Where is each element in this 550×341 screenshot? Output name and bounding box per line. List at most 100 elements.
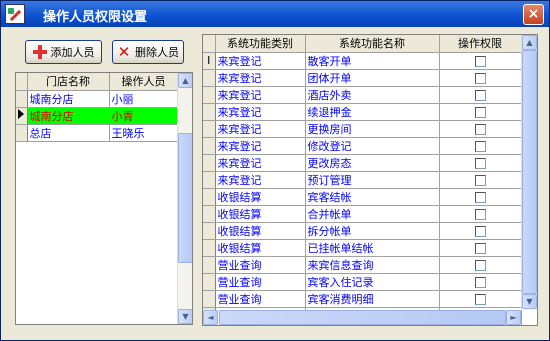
scroll-thumb[interactable] <box>522 50 537 294</box>
permission-row[interactable]: 来宾登记 更换房间 <box>203 120 522 138</box>
staff-vertical-scrollbar[interactable]: ▲ ▼ <box>177 73 192 324</box>
function-category[interactable]: 来宾登记 <box>215 52 306 70</box>
function-category[interactable]: 来宾登记 <box>215 137 306 155</box>
permission-row[interactable]: I 来宾登记 散客开单 <box>203 52 522 70</box>
staff-store[interactable]: 总店 <box>27 124 110 142</box>
function-category[interactable]: 来宾登记 <box>215 171 306 189</box>
function-category[interactable]: 来宾登记 <box>215 120 306 138</box>
function-name[interactable]: 来宾信息查询 <box>305 256 440 274</box>
row-indicator[interactable] <box>203 103 216 121</box>
permission-checkbox[interactable] <box>474 242 486 254</box>
permission-row[interactable]: 营业查询 宾客入住记录 <box>203 273 522 291</box>
function-name[interactable]: 宾客消费明细 <box>305 290 440 308</box>
col-header-permission[interactable]: 操作权限 <box>439 35 522 53</box>
permission-checkbox[interactable] <box>474 140 486 152</box>
close-button[interactable]: × <box>523 4 544 25</box>
staff-row[interactable]: 总店 王晓乐 <box>16 124 179 142</box>
permission-checkbox[interactable] <box>474 106 486 118</box>
col-header-function[interactable]: 系统功能名称 <box>305 35 440 53</box>
staff-store[interactable]: 城南分店 <box>27 90 110 108</box>
col-header-store[interactable]: 门店名称 <box>27 73 110 91</box>
function-name[interactable]: 修改登记 <box>305 137 440 155</box>
scroll-left-button[interactable]: ◄ <box>203 310 218 325</box>
function-category[interactable]: 收银结算 <box>215 222 306 240</box>
permission-checkbox[interactable] <box>474 157 486 169</box>
permission-checkbox[interactable] <box>474 191 486 203</box>
row-indicator[interactable] <box>203 290 216 308</box>
col-header-person[interactable]: 操作人员 <box>109 73 179 91</box>
scroll-down-button[interactable]: ▼ <box>178 309 192 324</box>
permission-checkbox[interactable] <box>474 123 486 135</box>
permission-checkbox[interactable] <box>474 89 486 101</box>
staff-row-selected[interactable]: 城南分店 小青 <box>16 107 179 125</box>
title-bar[interactable]: 操作人员权限设置 × <box>1 1 549 27</box>
function-name[interactable]: 更换房间 <box>305 120 440 138</box>
perm-vertical-scrollbar[interactable]: ▲ ▼ <box>521 35 537 310</box>
row-indicator[interactable] <box>203 256 216 274</box>
function-category[interactable]: 收银结算 <box>215 205 306 223</box>
permission-checkbox[interactable] <box>474 208 486 220</box>
delete-staff-button[interactable]: ✕ 删除人员 <box>112 40 184 64</box>
permission-row[interactable]: 营业查询 宾客消费明细 <box>203 290 522 308</box>
function-category[interactable]: 来宾登记 <box>215 154 306 172</box>
permission-row[interactable]: 来宾登记 更改房态 <box>203 154 522 172</box>
perm-horizontal-scrollbar[interactable]: ◄ ► <box>203 310 521 325</box>
function-name[interactable]: 续退押金 <box>305 103 440 121</box>
permission-row[interactable]: 营业查询 来宾信息查询 <box>203 256 522 274</box>
permission-checkbox[interactable] <box>474 55 486 67</box>
scroll-up-button[interactable]: ▲ <box>178 73 192 88</box>
permission-row[interactable]: 收银结算 拆分帐单 <box>203 222 522 240</box>
row-indicator[interactable] <box>203 120 216 138</box>
staff-person[interactable]: 小青 <box>109 107 179 125</box>
function-name[interactable]: 团体开单 <box>305 69 440 87</box>
staff-store[interactable]: 城南分店 <box>27 107 110 125</box>
row-indicator[interactable] <box>16 124 28 142</box>
function-name[interactable]: 更改房态 <box>305 154 440 172</box>
function-category[interactable]: 营业查询 <box>215 290 306 308</box>
row-indicator[interactable] <box>203 69 216 87</box>
staff-person[interactable]: 王晓乐 <box>109 124 179 142</box>
row-indicator[interactable] <box>203 188 216 206</box>
permission-row[interactable]: 来宾登记 修改登记 <box>203 137 522 155</box>
permission-checkbox[interactable] <box>474 293 486 305</box>
permission-checkbox[interactable] <box>474 225 486 237</box>
row-indicator[interactable] <box>203 239 216 257</box>
permission-row[interactable]: 来宾登记 团体开单 <box>203 69 522 87</box>
staff-person[interactable]: 小丽 <box>109 90 179 108</box>
function-name[interactable]: 酒店外卖 <box>305 86 440 104</box>
function-name[interactable]: 合并帐单 <box>305 205 440 223</box>
function-category[interactable]: 营业查询 <box>215 256 306 274</box>
permission-checkbox[interactable] <box>474 174 486 186</box>
scroll-thumb[interactable] <box>178 133 192 263</box>
function-category[interactable]: 来宾登记 <box>215 103 306 121</box>
permission-checkbox[interactable] <box>474 259 486 271</box>
add-staff-button[interactable]: 添加人员 <box>25 40 102 64</box>
scroll-down-button[interactable]: ▼ <box>522 294 537 309</box>
col-header-category[interactable]: 系统功能类别 <box>215 35 306 53</box>
row-indicator[interactable] <box>203 137 216 155</box>
function-category[interactable]: 收银结算 <box>215 239 306 257</box>
permission-checkbox[interactable] <box>474 72 486 84</box>
staff-row[interactable]: 城南分店 小丽 <box>16 90 179 108</box>
current-row-arrow-icon[interactable] <box>16 107 28 125</box>
function-category[interactable]: 来宾登记 <box>215 69 306 87</box>
permission-checkbox[interactable] <box>474 276 486 288</box>
function-name[interactable]: 宾客入住记录 <box>305 273 440 291</box>
function-category[interactable]: 来宾登记 <box>215 86 306 104</box>
function-name[interactable]: 已挂帐单结帐 <box>305 239 440 257</box>
row-indicator[interactable] <box>203 205 216 223</box>
scroll-right-button[interactable]: ► <box>506 310 521 325</box>
row-indicator[interactable] <box>203 222 216 240</box>
row-indicator[interactable] <box>203 273 216 291</box>
permission-row[interactable]: 来宾登记 酒店外卖 <box>203 86 522 104</box>
row-indicator[interactable] <box>203 154 216 172</box>
function-category[interactable]: 营业查询 <box>215 273 306 291</box>
scroll-thumb[interactable] <box>219 310 506 325</box>
edit-cursor-icon[interactable]: I <box>203 52 216 70</box>
row-indicator[interactable] <box>203 86 216 104</box>
permission-row[interactable]: 收银结算 宾客结帐 <box>203 188 522 206</box>
permission-row[interactable]: 来宾登记 预订管理 <box>203 171 522 189</box>
permission-row[interactable]: 来宾登记 续退押金 <box>203 103 522 121</box>
function-name[interactable]: 散客开单 <box>305 52 440 70</box>
row-indicator[interactable] <box>203 171 216 189</box>
